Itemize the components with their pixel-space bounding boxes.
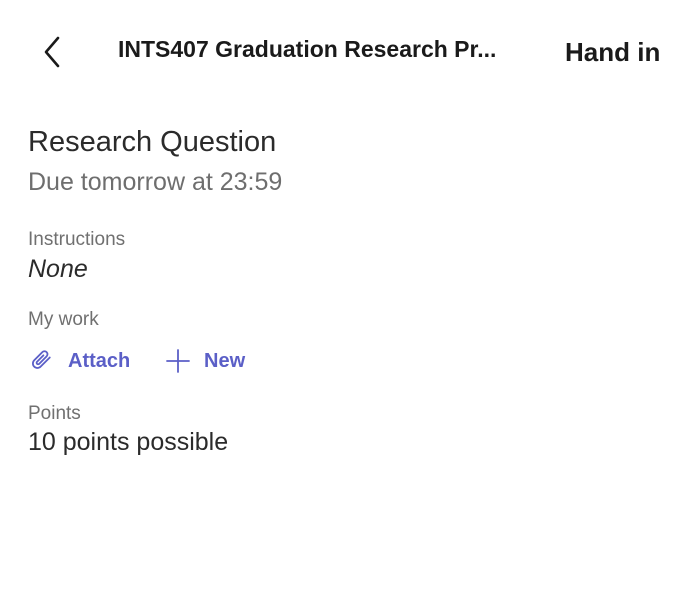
top-bar: INTS407 Graduation Research Pr... Hand i…: [0, 0, 700, 100]
points-value: 10 points possible: [28, 428, 229, 456]
instructions-label: Instructions: [28, 229, 126, 250]
plus-icon: [164, 347, 192, 375]
attach-label: Attach: [68, 349, 131, 372]
attach-button[interactable]: Attach: [28, 343, 130, 379]
due-date-text: Due tomorrow at 23:59: [28, 168, 283, 196]
header-title: INTS407 Graduation Research Pr...: [118, 36, 497, 62]
my-work-actions: Attach New: [28, 343, 348, 379]
paperclip-icon: [28, 347, 56, 375]
instructions-value: None: [28, 255, 88, 283]
chevron-left-icon: [36, 30, 72, 74]
hand-in-button[interactable]: Hand in: [565, 37, 660, 68]
new-label: New: [204, 349, 246, 372]
back-button[interactable]: [36, 30, 72, 74]
my-work-label: My work: [28, 309, 99, 330]
points-label: Points: [28, 403, 81, 424]
new-button[interactable]: New: [164, 343, 245, 379]
assignment-title: Research Question: [28, 126, 277, 158]
assignment-details-page: INTS407 Graduation Research Pr... Hand i…: [0, 0, 700, 596]
